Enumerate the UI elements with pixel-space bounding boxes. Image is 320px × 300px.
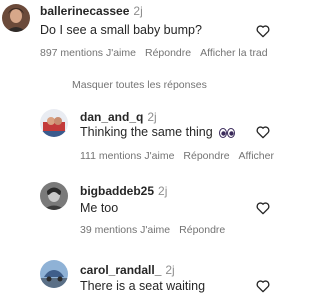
avatar[interactable] (2, 4, 30, 32)
heart-icon[interactable] (255, 23, 271, 39)
likes-count[interactable]: 897 mentions J'aime (40, 47, 136, 59)
comment-meta: 39 mentions J'aime Répondre (80, 224, 234, 236)
comment-username[interactable]: bigbaddeb25 2j (80, 184, 167, 198)
hide-replies-button[interactable]: Masquer toutes les réponses (72, 79, 207, 91)
avatar[interactable] (40, 109, 68, 137)
heart-icon[interactable] (255, 200, 271, 216)
eyes-emoji-icon (219, 127, 236, 138)
likes-count[interactable]: 39 mentions J'aime (80, 224, 170, 236)
reply-button[interactable]: Répondre (183, 150, 229, 162)
comment-age: 2j (165, 263, 175, 277)
comment-username[interactable]: dan_and_q 2j (80, 110, 157, 124)
reply-button[interactable]: Répondre (179, 224, 225, 236)
avatar[interactable] (40, 260, 68, 288)
translate-button[interactable]: Afficher (239, 150, 274, 162)
heart-icon[interactable] (255, 278, 271, 294)
comment-meta: 897 mentions J'aime Répondre Afficher la t… (40, 47, 277, 59)
comment-age: 2j (147, 110, 157, 124)
comment-text: Do I see a small baby bump? (40, 23, 202, 37)
comment-username[interactable]: ballerinecassee 2j (40, 4, 143, 18)
reply-button[interactable]: Répondre (145, 47, 191, 59)
comment-username[interactable]: carol_randall_ 2j (80, 263, 175, 277)
comment-text: There is a seat waiting (80, 279, 206, 293)
translate-button[interactable]: Afficher la trad (200, 47, 268, 59)
avatar[interactable] (40, 182, 68, 210)
heart-icon[interactable] (255, 124, 271, 140)
comment-meta: 111 mentions J'aime Répondre Afficher (80, 150, 283, 162)
comment-age: 2j (133, 4, 143, 18)
comment-text: Thinking the same thing (80, 125, 236, 139)
comment-text: Me too (80, 201, 119, 215)
likes-count[interactable]: 111 mentions J'aime (80, 150, 174, 162)
comment-age: 2j (158, 184, 168, 198)
